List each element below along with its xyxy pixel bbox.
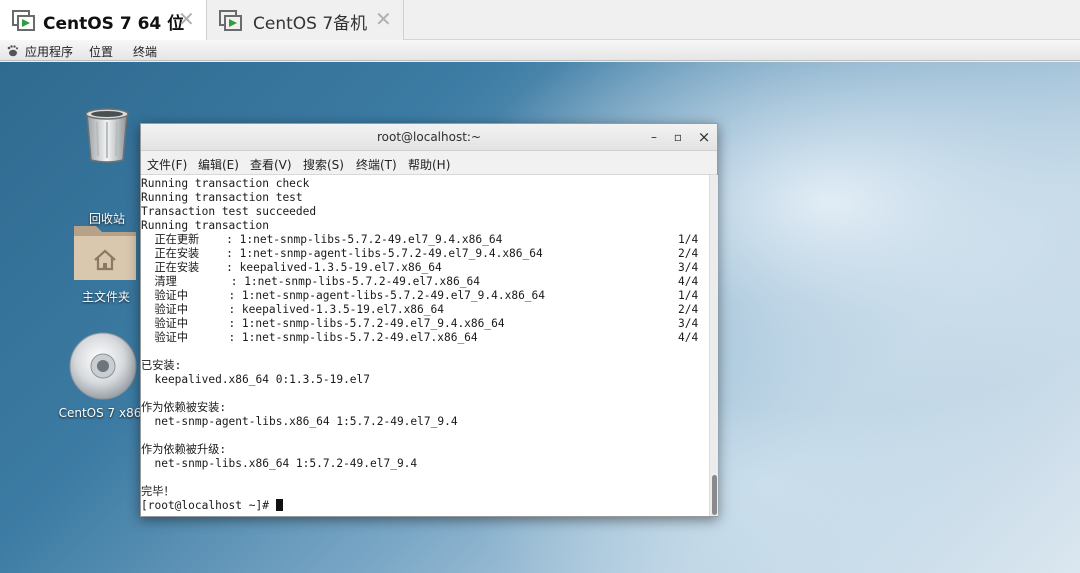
progress-count: 2/4 (678, 303, 699, 316)
menu-search[interactable]: 搜索(S) (303, 156, 344, 173)
desktop-icon-label: 主文件夹 (81, 290, 130, 304)
menu-file[interactable]: 文件(F) (147, 156, 187, 173)
tab-label: CentOS 7备机 (253, 14, 368, 34)
vm-tab-bar: CentOS 7 64 位 ✕ CentOS 7备机 ✕ (0, 0, 1080, 40)
progress-count: 2/4 (678, 247, 699, 260)
terminal-line: 验证中 : 1:net-snmp-libs-5.7.2-49.el7_9.4.x… (141, 317, 505, 330)
terminal-line: 清理 : 1:net-snmp-libs-5.7.2-49.el7.x86_64 (141, 275, 480, 288)
text-cursor (275, 499, 283, 511)
menu-help[interactable]: 帮助(H) (408, 156, 450, 173)
progress-count: 4/4 (678, 275, 699, 288)
terminal-prompt-line: [root@localhost ~]# (141, 499, 283, 513)
scrollbar-thumb[interactable] (712, 475, 717, 515)
window-titlebar[interactable]: root@localhost:~ – ▫ × (141, 124, 717, 151)
terminal-menubar: 文件(F) 编辑(E) 查看(V) 搜索(S) 终端(T) 帮助(H) (141, 151, 717, 175)
gnome-top-bar: 应用程序 位置 终端 (0, 40, 1080, 61)
terminal-line: Running transaction check (141, 177, 310, 190)
terminal-line: 验证中 : keepalived-1.3.5-19.el7.x86_64 (141, 303, 444, 316)
desktop-icon-trash[interactable]: 回收站 (72, 102, 142, 226)
progress-count: 4/4 (678, 331, 699, 344)
terminal-window: root@localhost:~ – ▫ × 文件(F) 编辑(E) 查看(V)… (140, 123, 718, 517)
menu-edit[interactable]: 编辑(E) (198, 156, 239, 173)
terminal-line: 作为依赖被升级: (141, 443, 227, 456)
maximize-icon[interactable]: ▫ (669, 128, 687, 146)
close-icon[interactable]: × (695, 128, 713, 146)
close-icon[interactable]: ✕ (178, 8, 195, 30)
terminal-line: Transaction test succeeded (141, 205, 317, 218)
menu-terminal[interactable]: 终端 (133, 43, 157, 60)
terminal-line: net-snmp-libs.x86_64 1:5.7.2-49.el7_9.4 (141, 457, 418, 470)
menu-places[interactable]: 位置 (89, 43, 113, 60)
progress-count: 3/4 (678, 317, 699, 330)
terminal-line: Running transaction test (141, 191, 303, 204)
tab-label: CentOS 7 64 位 (43, 14, 185, 34)
gnome-foot-icon (7, 45, 19, 57)
terminal-line: 正在更新 : 1:net-snmp-libs-5.7.2-49.el7_9.4.… (141, 233, 503, 246)
terminal-line: keepalived.x86_64 0:1.3.5-19.el7 (141, 373, 371, 386)
shell-prompt: [root@localhost ~]# (141, 499, 276, 512)
vm-icon (12, 10, 35, 31)
progress-count: 1/4 (678, 233, 699, 246)
progress-count: 1/4 (678, 289, 699, 302)
tab-centos-7-64[interactable]: CentOS 7 64 位 ✕ (0, 0, 207, 40)
terminal-line: 完毕！ (141, 485, 175, 498)
terminal-line: 已安装: (141, 359, 182, 372)
minimize-icon[interactable]: – (645, 128, 663, 146)
terminal-line: 验证中 : 1:net-snmp-agent-libs-5.7.2-49.el7… (141, 289, 546, 302)
desktop-icon-home[interactable]: 主文件夹 (68, 214, 144, 304)
terminal-line: 正在安装 : 1:net-snmp-agent-libs-5.7.2-49.el… (141, 247, 543, 260)
scrollbar[interactable] (709, 175, 718, 516)
terminal-line: net-snmp-agent-libs.x86_64 1:5.7.2-49.el… (141, 415, 458, 428)
close-icon[interactable]: ✕ (375, 8, 392, 30)
tab-centos-7-backup[interactable]: CentOS 7备机 ✕ (207, 0, 404, 40)
vm-icon (219, 10, 242, 31)
home-folder-icon (74, 226, 136, 280)
menu-terminal[interactable]: 终端(T) (356, 156, 397, 173)
menu-applications[interactable]: 应用程序 (25, 43, 73, 60)
terminal-line: Running transaction (141, 219, 269, 232)
trash-icon (85, 108, 129, 163)
terminal-line: 验证中 : 1:net-snmp-libs-5.7.2-49.el7.x86_6… (141, 331, 478, 344)
terminal-line: 正在安装 : keepalived-1.3.5-19.el7.x86_64 (141, 261, 442, 274)
menu-view[interactable]: 查看(V) (250, 156, 292, 173)
window-title: root@localhost:~ (376, 130, 482, 144)
terminal-line: 作为依赖被安装: (141, 401, 227, 414)
cdrom-icon (69, 332, 137, 400)
desktop-icon-label: CentOS 7 x86_ (58, 406, 148, 420)
progress-count: 3/4 (678, 261, 699, 274)
desktop-icon-cdrom[interactable]: CentOS 7 x86_ (58, 330, 148, 420)
terminal-output[interactable]: Running transaction check Running transa… (141, 175, 709, 516)
